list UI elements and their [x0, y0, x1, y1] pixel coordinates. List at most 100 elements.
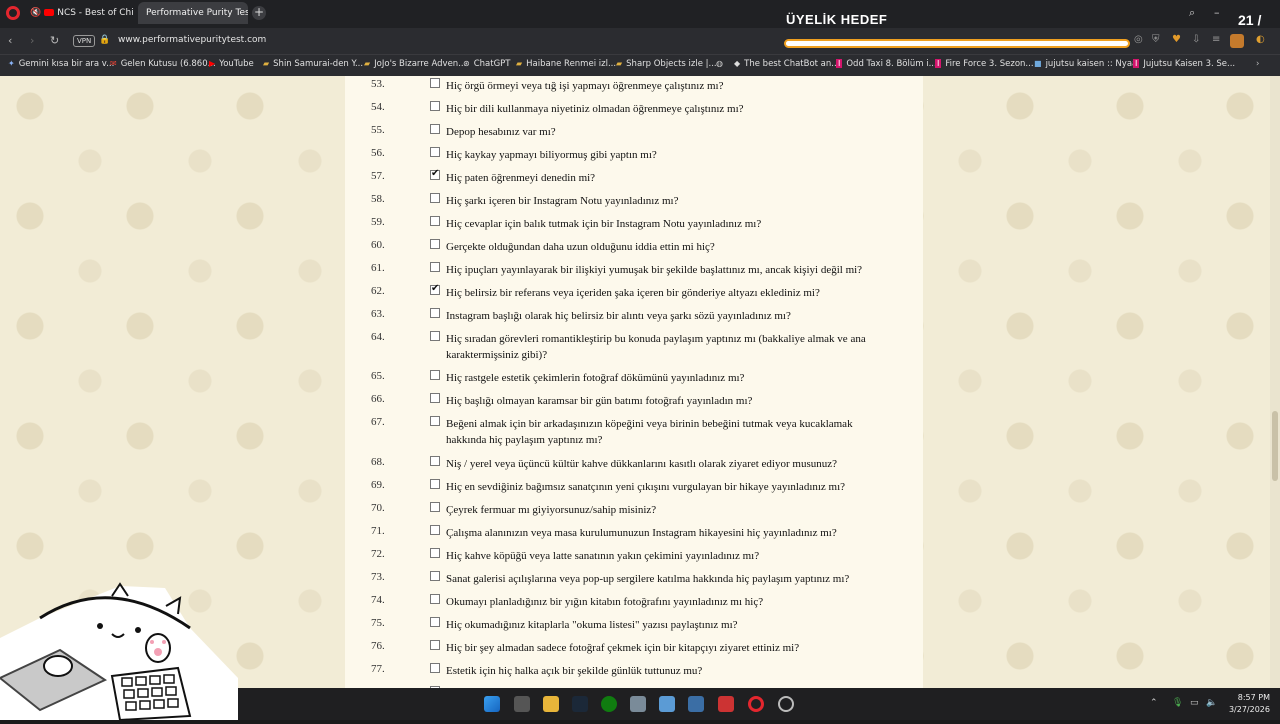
question-text[interactable]: Niş / yerel veya üçüncü kültür kahve dük… [446, 456, 866, 472]
media-player-icon[interactable] [688, 696, 704, 712]
reload-icon[interactable]: ↻ [50, 34, 59, 47]
question-checkbox[interactable] [430, 393, 440, 403]
camera-icon[interactable]: ◎ [1134, 34, 1143, 45]
bookmark-item[interactable]: ✉ Gelen Kutusu (6.860... [110, 59, 216, 69]
opera-browser-icon[interactable] [748, 696, 764, 712]
steam-icon[interactable] [572, 696, 588, 712]
question-text[interactable]: Hiç örgü örmeyi veya tığ işi yapmayı öğr… [446, 78, 866, 94]
question-checkbox[interactable] [430, 548, 440, 558]
question-text[interactable]: Okumayı planladığınız bir yığın kitabın … [446, 594, 866, 610]
tab-ncs[interactable]: 🔇 NCS - Best of Chill Mu [22, 2, 134, 24]
question-text[interactable]: Hiç sıradan görevleri romantikleştirip b… [446, 331, 866, 363]
question-checkbox[interactable] [430, 617, 440, 627]
scrollbar-track[interactable] [1270, 76, 1280, 688]
question-text[interactable]: Hiç belirsiz bir referans veya içeriden … [446, 285, 866, 301]
xbox-icon[interactable] [601, 696, 617, 712]
question-text[interactable]: Hiç bir dili kullanmaya niyetiniz olmada… [446, 101, 866, 117]
url-field[interactable]: www.performativepuritytest.com [118, 35, 266, 45]
bookmark-item[interactable]: I Odd Taxi 8. Bölüm i... [836, 59, 937, 69]
question-text[interactable]: Hiç paten öğrenmeyi denedin mi? [446, 170, 866, 186]
new-tab-button[interactable]: + [252, 6, 266, 20]
clock-date[interactable]: 3/27/2026 [1229, 705, 1270, 714]
question-text[interactable]: Gerçekte olduğundan daha uzun olduğunu i… [446, 239, 866, 255]
question-checkbox[interactable] [430, 502, 440, 512]
more-bookmarks-icon[interactable]: › [1256, 59, 1259, 69]
bookmark-item[interactable]: ▰ JoJo's Bizarre Adven... [364, 59, 466, 69]
bookmark-item[interactable]: ▰ Haibane Renmei izl... [516, 59, 616, 69]
bookmark-item[interactable]: I Jujutsu Kaisen 3. Se... [1133, 59, 1235, 69]
opera-gx-icon[interactable] [778, 696, 794, 712]
forward-icon[interactable]: › [30, 34, 34, 47]
question-text[interactable]: Hiç rastgele estetik çekimlerin fotoğraf… [446, 370, 866, 386]
question-text[interactable]: Depop hesabınız var mı? [446, 124, 866, 140]
question-text[interactable]: Estetik için hiç halka açık bir şekilde … [446, 663, 866, 679]
question-checkbox[interactable] [430, 193, 440, 203]
question-checkbox[interactable] [430, 101, 440, 111]
bookmark-item[interactable]: ▰ Shin Samurai-den Y... [263, 59, 363, 69]
question-text[interactable]: Instagram başlığı olarak hiç belirsiz bi… [446, 308, 866, 324]
scrollbar-thumb[interactable] [1272, 411, 1278, 481]
volume-icon[interactable]: 🔈 [1206, 698, 1217, 708]
question-text[interactable]: Hiç bir şey almadan sadece fotoğraf çekm… [446, 640, 866, 656]
question-checkbox[interactable] [430, 416, 440, 426]
lock-icon[interactable]: 🔒 [99, 35, 110, 45]
question-text[interactable]: Hiç başlığı olmayan karamsar bir gün bat… [446, 393, 866, 409]
bookmark-item[interactable]: ■ jujutsu kaisen :: Nyaa [1034, 59, 1137, 69]
question-text[interactable]: Beğeni almak için bir arkadaşınızın köpe… [446, 416, 866, 448]
minimize-icon[interactable]: – [1214, 6, 1220, 19]
profile-avatar[interactable] [1230, 34, 1244, 48]
settings-gear-icon[interactable] [630, 696, 646, 712]
question-checkbox[interactable] [430, 308, 440, 318]
bookmark-item[interactable]: ⊛ ChatGPT [463, 59, 510, 69]
question-text[interactable]: Hiç kahve köpüğü veya latte sanatının ya… [446, 548, 866, 564]
question-text[interactable]: Hiç şarkı içeren bir Instagram Notu yayı… [446, 193, 866, 209]
extension-icon[interactable]: ◐ [1256, 34, 1265, 45]
bookmark-item[interactable]: ◍ [716, 59, 727, 69]
question-text[interactable]: Hiç kaykay yapmayı biliyormuş gibi yaptı… [446, 147, 866, 163]
tab-purity-test[interactable]: Performative Purity Test [138, 2, 248, 24]
question-checkbox[interactable] [430, 640, 440, 650]
bookmark-item[interactable]: ▶ YouTube [209, 59, 254, 69]
question-text[interactable]: Hiç okumadığınız kitaplarla "okuma liste… [446, 617, 866, 633]
question-checkbox[interactable] [430, 78, 440, 88]
network-icon[interactable]: ▭ [1190, 698, 1199, 708]
snipping-tool-icon[interactable] [718, 696, 734, 712]
question-checkbox[interactable] [430, 456, 440, 466]
question-checkbox[interactable] [430, 147, 440, 157]
speaker-muted-icon[interactable]: 🔇 [30, 8, 41, 18]
question-text[interactable]: Çeyrek fermuar mı giyiyorsunuz/sahip mis… [446, 502, 866, 518]
question-checkbox[interactable] [430, 239, 440, 249]
question-text[interactable]: Sanat galerisi açılışlarına veya pop-up … [446, 571, 866, 587]
file-explorer-icon[interactable] [543, 696, 559, 712]
question-checkbox[interactable] [430, 283, 440, 295]
question-checkbox[interactable] [430, 594, 440, 604]
bookmark-item[interactable]: ◆ The best ChatBot an... [734, 59, 839, 69]
menu-icon[interactable]: ≡ [1212, 34, 1220, 45]
question-checkbox[interactable] [430, 663, 440, 673]
clock-time[interactable]: 8:57 PM [1238, 693, 1270, 702]
bookmark-item[interactable]: ▰ Sharp Objects izle |... [616, 59, 717, 69]
question-checkbox[interactable] [430, 331, 440, 341]
tray-chevron-icon[interactable]: ⌃ [1150, 698, 1158, 708]
opera-logo-icon[interactable] [6, 6, 20, 20]
question-checkbox[interactable] [430, 571, 440, 581]
photos-icon[interactable] [659, 696, 675, 712]
vpn-badge[interactable]: VPN [73, 35, 96, 47]
question-text[interactable]: Hiç en sevdiğiniz bağımsız sanatçının ye… [446, 479, 866, 495]
shield-icon[interactable]: ⛨ [1152, 34, 1160, 45]
heart-icon[interactable]: ♥ [1172, 34, 1181, 45]
question-checkbox[interactable] [430, 216, 440, 226]
windows-start-icon[interactable] [484, 696, 500, 712]
bookmark-item[interactable]: I Fire Force 3. Sezon... [935, 59, 1034, 69]
task-view-icon[interactable] [514, 696, 530, 712]
question-checkbox[interactable] [430, 370, 440, 380]
question-checkbox[interactable] [430, 262, 440, 272]
question-text[interactable]: Hiç ipuçları yayınlayarak bir ilişkiyi y… [446, 262, 866, 278]
question-checkbox[interactable] [430, 525, 440, 535]
back-icon[interactable]: ‹ [8, 34, 12, 47]
question-checkbox[interactable] [430, 124, 440, 134]
question-checkbox[interactable] [430, 479, 440, 489]
search-icon[interactable]: ⌕ [1189, 6, 1195, 20]
microphone-icon[interactable]: 🎙 [1172, 698, 1183, 708]
download-icon[interactable]: ⇩ [1192, 34, 1200, 45]
